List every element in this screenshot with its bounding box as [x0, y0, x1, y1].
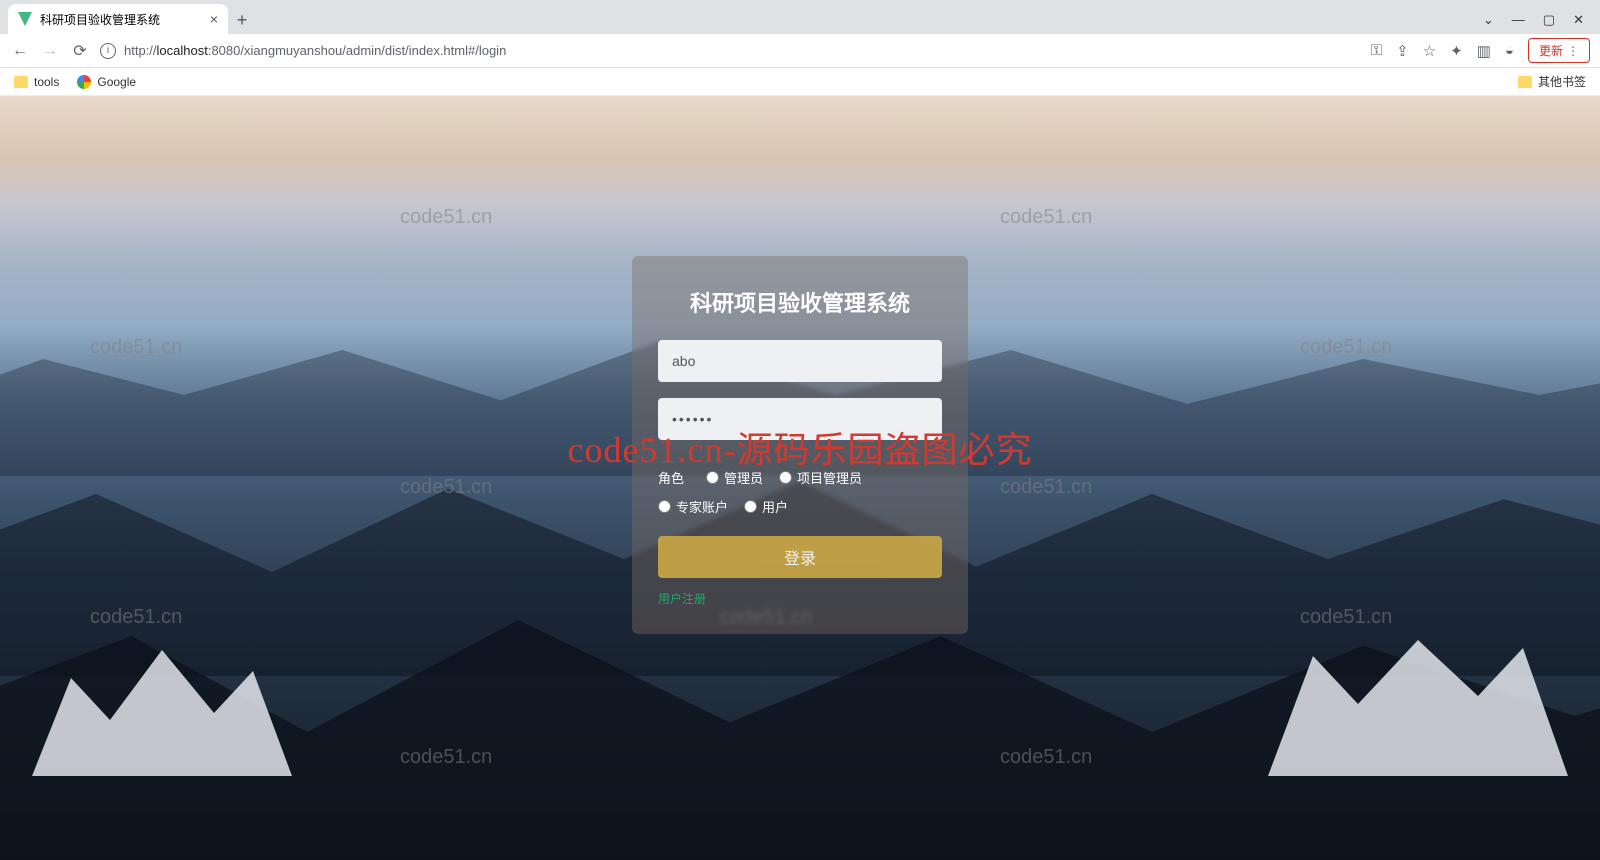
profile-avatar-icon[interactable]: ◒	[1505, 42, 1514, 59]
url-text: http://localhost:8080/xiangmuyanshou/adm…	[124, 43, 506, 58]
watermark: code51.cn	[1000, 206, 1092, 229]
close-window-icon[interactable]: ✕	[1573, 12, 1584, 28]
login-title: 科研项目验收管理系统	[658, 286, 942, 318]
role-radio-group: 角色 管理员 项目管理员 专家账户 用户	[658, 468, 942, 516]
role-option-user[interactable]: 用户	[744, 497, 788, 516]
role-label: 角色	[658, 468, 684, 487]
vue-favicon-icon	[18, 12, 32, 26]
bookmarks-bar: tools Google 其他书签	[0, 68, 1600, 96]
minimize-icon[interactable]: —	[1512, 12, 1525, 28]
bookmark-tools[interactable]: tools	[14, 75, 59, 89]
tab-strip: 科研项目验收管理系统 × + ⌄ — ▢ ✕	[0, 0, 1600, 34]
password-key-icon[interactable]: ⚿	[1371, 42, 1382, 59]
register-link[interactable]: 用户注册	[658, 590, 706, 607]
role-option-project-admin[interactable]: 项目管理员	[779, 468, 862, 487]
watermark: code51.cn	[90, 336, 182, 359]
address-bar[interactable]: i http://localhost:8080/xiangmuyanshou/a…	[100, 43, 1361, 59]
page-viewport: code51.cn code51.cn code51.cn code51.cn …	[0, 96, 1600, 860]
folder-icon	[1518, 76, 1532, 88]
chevron-down-icon[interactable]: ⌄	[1483, 12, 1494, 28]
login-button[interactable]: 登录	[658, 536, 942, 578]
share-icon[interactable]: ⇪	[1396, 42, 1409, 60]
radio-input[interactable]	[706, 471, 719, 484]
password-input[interactable]	[658, 398, 942, 440]
forward-button[interactable]: →	[40, 42, 60, 60]
radio-input[interactable]	[744, 500, 757, 513]
back-button[interactable]: ←	[10, 42, 30, 60]
address-bar-row: ← → ⟳ i http://localhost:8080/xiangmuyan…	[0, 34, 1600, 68]
bookmark-star-icon[interactable]: ☆	[1423, 42, 1436, 60]
new-tab-button[interactable]: +	[228, 6, 256, 34]
google-icon	[77, 75, 91, 89]
role-option-admin[interactable]: 管理员	[706, 468, 763, 487]
username-input[interactable]	[658, 340, 942, 382]
watermark: code51.cn	[1300, 336, 1392, 359]
browser-tab[interactable]: 科研项目验收管理系统 ×	[8, 4, 228, 34]
login-card: 科研项目验收管理系统 角色 管理员 项目管理员 专家账户 用户 登录 用户注册	[632, 256, 968, 634]
update-button[interactable]: 更新⋮	[1528, 38, 1590, 63]
radio-input[interactable]	[779, 471, 792, 484]
bookmark-other[interactable]: 其他书签	[1518, 73, 1586, 90]
window-controls: ⌄ — ▢ ✕	[1483, 12, 1600, 34]
site-info-icon[interactable]: i	[100, 43, 116, 59]
radio-input[interactable]	[658, 500, 671, 513]
side-panel-icon[interactable]: ▥	[1477, 42, 1491, 60]
watermark: code51.cn	[400, 206, 492, 229]
role-option-expert[interactable]: 专家账户	[658, 497, 728, 516]
bookmark-google[interactable]: Google	[77, 75, 136, 89]
toolbar-right: ⚿ ⇪ ☆ ✦ ▥ ◒ 更新⋮	[1371, 38, 1590, 63]
folder-icon	[14, 76, 28, 88]
extensions-icon[interactable]: ✦	[1450, 42, 1463, 60]
close-tab-icon[interactable]: ×	[210, 11, 218, 27]
tab-title: 科研项目验收管理系统	[40, 11, 160, 28]
maximize-icon[interactable]: ▢	[1543, 12, 1555, 28]
watermark: code51.cn	[1000, 476, 1092, 499]
reload-button[interactable]: ⟳	[70, 41, 90, 61]
